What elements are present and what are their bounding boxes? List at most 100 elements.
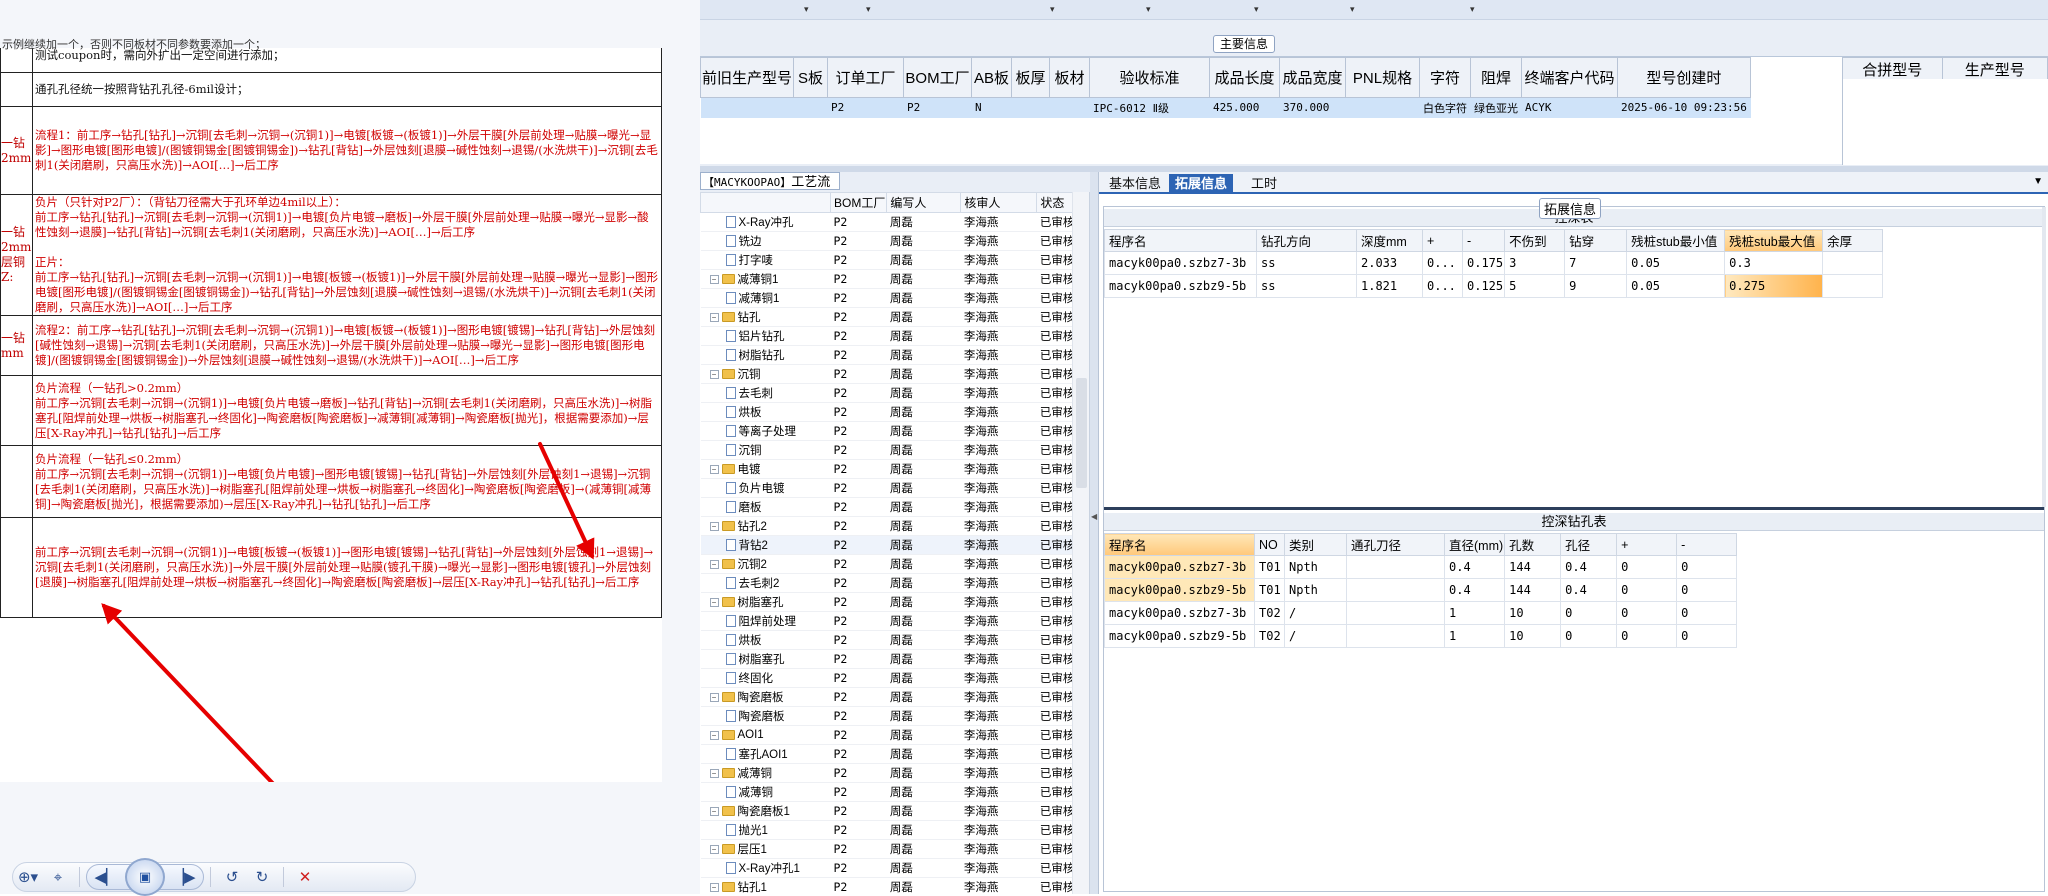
main-column-header[interactable]: S板 bbox=[793, 57, 829, 98]
depth-cell[interactable]: 2.033 bbox=[1356, 251, 1423, 275]
dropdown-arrow-icon[interactable]: ▾ bbox=[866, 4, 871, 15]
collapse-toggle-icon[interactable]: − bbox=[709, 844, 719, 854]
depth-cell[interactable]: 0.05 bbox=[1626, 251, 1726, 275]
process-tree-row[interactable]: 沉铜 P2 周磊 李海燕 已审核 bbox=[700, 440, 1078, 460]
hole-row[interactable]: macyk00pa0.szbz7-3b T01 Npth 0.4 144 0.4 0 0 bbox=[1104, 555, 1738, 579]
tab-basic-info[interactable]: 基本信息 bbox=[1103, 174, 1167, 194]
depth-column-header[interactable]: 残桩stub最大值 bbox=[1724, 229, 1824, 252]
merge-column-header[interactable]: 生产型号 bbox=[1941, 57, 2048, 82]
hole-cell[interactable]: T02 bbox=[1254, 601, 1285, 625]
process-tree-row[interactable]: − 陶瓷磨板 P2 周磊 李海燕 已审核 bbox=[700, 687, 1078, 707]
hole-cell[interactable]: macyk00pa0.szbz9-5b bbox=[1104, 624, 1255, 648]
depth-cell[interactable]: 1.821 bbox=[1356, 274, 1423, 298]
main-cell[interactable]: 425.000 bbox=[1209, 97, 1281, 118]
main-info-row[interactable]: P2 P2 N IPC-6012 Ⅱ级 425.000 370.000 白色字符 绿色亚光 AC… bbox=[700, 97, 1751, 118]
hole-cell[interactable]: 1 bbox=[1443, 624, 1506, 648]
hole-cell[interactable]: macyk00pa0.szbz9-5b bbox=[1104, 578, 1255, 602]
hole-cell[interactable] bbox=[1346, 624, 1445, 648]
main-cell[interactable] bbox=[793, 97, 829, 118]
hole-cell[interactable]: 0 bbox=[1676, 578, 1738, 602]
process-tree-row[interactable]: X-Ray冲孔 P2 周磊 李海燕 已审核 bbox=[700, 212, 1078, 232]
depth-cell[interactable]: ss bbox=[1256, 274, 1357, 298]
hole-cell[interactable]: 0 bbox=[1616, 601, 1678, 625]
main-cell[interactable] bbox=[1345, 97, 1421, 118]
main-cell[interactable] bbox=[1011, 97, 1051, 118]
hole-row[interactable]: macyk00pa0.szbz7-3b T02/1 10 0 0 0 bbox=[1104, 601, 1738, 625]
process-tree-row[interactable]: 抛光1 P2 周磊 李海燕 已审核 bbox=[700, 820, 1078, 840]
delete-icon[interactable]: ✕ bbox=[290, 864, 320, 890]
process-tree-row[interactable]: − 沉铜 P2 周磊 李海燕 已审核 bbox=[700, 364, 1078, 384]
hole-cell[interactable]: 0 bbox=[1616, 578, 1678, 602]
hole-cell[interactable]: 0.4 bbox=[1560, 555, 1618, 579]
process-tree-row[interactable]: − 钻孔2 P2 周磊 李海燕 已审核 bbox=[700, 516, 1078, 536]
process-column-header[interactable]: 编写人 bbox=[886, 192, 962, 213]
main-cell[interactable]: P2 bbox=[827, 97, 905, 118]
main-column-header[interactable]: 成品长度 bbox=[1209, 57, 1281, 98]
process-column-header[interactable] bbox=[700, 192, 831, 213]
process-tree-row[interactable]: 去毛刺2 P2 周磊 李海燕 已审核 bbox=[700, 573, 1078, 593]
main-column-header[interactable]: BOM工厂 bbox=[903, 57, 973, 98]
main-cell[interactable]: N bbox=[971, 97, 1013, 118]
depth-cell[interactable]: 0.275 bbox=[1724, 274, 1824, 298]
hole-cell[interactable]: Npth bbox=[1284, 578, 1347, 602]
depth-cell[interactable]: 0.3 bbox=[1724, 251, 1824, 275]
hole-column-header[interactable]: 孔数 bbox=[1504, 533, 1562, 556]
process-tree-row[interactable]: 铝片钻孔 P2 周磊 李海燕 已审核 bbox=[700, 326, 1078, 346]
depth-column-header[interactable]: 不伤到 bbox=[1504, 229, 1566, 252]
hole-column-header[interactable]: + bbox=[1616, 533, 1678, 556]
process-tree-row[interactable]: 终固化 P2 周磊 李海燕 已审核 bbox=[700, 668, 1078, 688]
depth-column-header[interactable]: 深度mm bbox=[1356, 229, 1423, 252]
collapse-toggle-icon[interactable]: − bbox=[709, 312, 719, 322]
depth-cell[interactable]: 0... bbox=[1422, 251, 1463, 275]
hole-column-header[interactable]: 孔径 bbox=[1560, 533, 1618, 556]
main-cell[interactable] bbox=[700, 97, 795, 118]
main-cell[interactable]: 绿色亚光 bbox=[1470, 97, 1523, 118]
hole-row[interactable]: macyk00pa0.szbz9-5b T01 Npth 0.4 144 0.4 0 0 bbox=[1104, 578, 1738, 602]
collapse-toggle-icon[interactable]: − bbox=[709, 369, 719, 379]
process-tree-row[interactable]: 打字唛 P2 周磊 李海燕 已审核 bbox=[700, 250, 1078, 270]
main-cell[interactable]: P2 bbox=[903, 97, 973, 118]
depth-cell[interactable]: 0.05 bbox=[1626, 274, 1726, 298]
process-tree-row[interactable]: − 电镀 P2 周磊 李海燕 已审核 bbox=[700, 459, 1078, 479]
depth-column-header[interactable]: - bbox=[1461, 229, 1506, 252]
process-tree-row[interactable]: 等离子处理 P2 周磊 李海燕 已审核 bbox=[700, 421, 1078, 441]
process-tree-row[interactable]: − 减薄铜 P2 周磊 李海燕 已审核 bbox=[700, 763, 1078, 783]
depth-column-header[interactable]: 钻穿 bbox=[1564, 229, 1628, 252]
hole-cell[interactable]: macyk00pa0.szbz7-3b bbox=[1104, 601, 1255, 625]
dropdown-arrow-icon[interactable]: ▾ bbox=[804, 4, 809, 15]
hole-column-header[interactable]: 直径(mm) bbox=[1443, 533, 1506, 556]
process-tree-row[interactable]: X-Ray冲孔1 P2 周磊 李海燕 已审核 bbox=[700, 858, 1078, 878]
collapse-toggle-icon[interactable]: − bbox=[709, 882, 719, 892]
main-cell[interactable] bbox=[1049, 97, 1091, 118]
hole-cell[interactable]: 0 bbox=[1616, 555, 1678, 579]
hole-cell[interactable]: 0 bbox=[1676, 601, 1738, 625]
process-tree-row[interactable]: − 陶瓷磨板1 P2 周磊 李海燕 已审核 bbox=[700, 801, 1078, 821]
hole-cell[interactable]: 10 bbox=[1504, 624, 1562, 648]
zoom-icon[interactable]: ⊕▾ bbox=[13, 864, 43, 890]
depth-cell[interactable]: 3 bbox=[1504, 251, 1566, 275]
depth-cell[interactable]: ss bbox=[1256, 251, 1357, 275]
rotate-right-icon[interactable]: ↻ bbox=[247, 864, 277, 890]
dropdown-arrow-icon[interactable]: ▾ bbox=[1350, 4, 1355, 15]
hole-cell[interactable]: macyk00pa0.szbz7-3b bbox=[1104, 555, 1255, 579]
main-cell[interactable]: 2025-06-10 09:23:56 bbox=[1617, 97, 1751, 118]
process-tree-row[interactable]: 塞孔AOI1 P2 周磊 李海燕 已审核 bbox=[700, 744, 1078, 764]
hole-cell[interactable]: T02 bbox=[1254, 624, 1285, 648]
depth-cell[interactable]: macyk00pa0.szbz7-3b bbox=[1104, 251, 1257, 275]
main-column-header[interactable]: 终端客户代码 bbox=[1521, 57, 1619, 98]
process-tree-row[interactable]: 背钻2 P2 周磊 李海燕 已审核 bbox=[700, 535, 1078, 555]
main-column-header[interactable]: 板材 bbox=[1049, 57, 1091, 98]
hole-cell[interactable]: 144 bbox=[1504, 555, 1562, 579]
process-tree-row[interactable]: 去毛刺 P2 周磊 李海燕 已审核 bbox=[700, 383, 1078, 403]
depth-cell[interactable]: 7 bbox=[1564, 251, 1628, 275]
hole-cell[interactable]: 0 bbox=[1560, 624, 1618, 648]
hole-column-header[interactable]: - bbox=[1676, 533, 1738, 556]
tab-work-hours[interactable]: 工时 bbox=[1245, 174, 1283, 194]
hole-cell[interactable] bbox=[1346, 555, 1445, 579]
hole-cell[interactable]: 1 bbox=[1443, 601, 1506, 625]
tab-extended-info[interactable]: 拓展信息 bbox=[1169, 174, 1234, 194]
hole-cell[interactable]: T01 bbox=[1254, 555, 1285, 579]
depth-cell[interactable]: 5 bbox=[1504, 274, 1566, 298]
collapse-toggle-icon[interactable]: − bbox=[709, 597, 719, 607]
process-tree-row[interactable]: 阻焊前处理 P2 周磊 李海燕 已审核 bbox=[700, 611, 1078, 631]
